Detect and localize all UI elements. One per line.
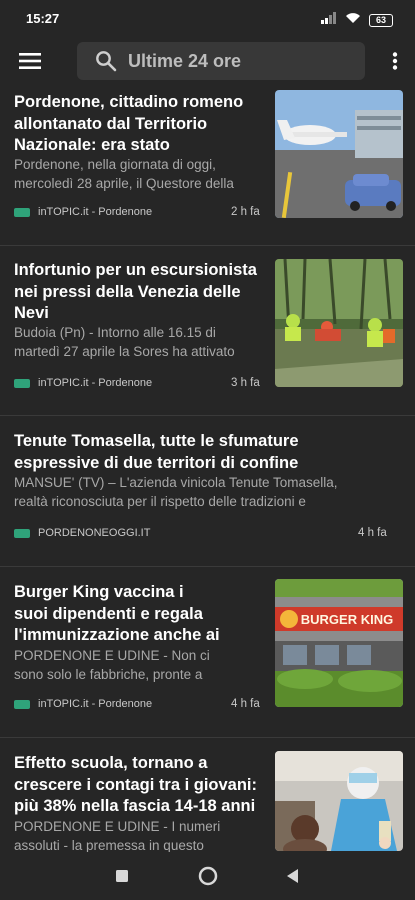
search-bar[interactable]: Ultime 24 ore: [77, 42, 365, 80]
menu-button[interactable]: [14, 48, 46, 74]
home-button[interactable]: [196, 864, 220, 888]
system-nav-bar: [0, 852, 415, 900]
source-tag-icon: [14, 207, 30, 217]
article-time: 3 h fa: [231, 377, 260, 389]
article-title: Burger King vaccina i suoi dipendenti e …: [14, 583, 220, 644]
battery-level: 63: [369, 13, 393, 27]
triangle-back-icon: [287, 869, 298, 883]
recents-button[interactable]: [110, 864, 134, 888]
article-thumbnail: BURGER KING: [275, 579, 403, 707]
hamburger-menu-icon: [19, 53, 41, 69]
thumbnail-sign-text: BURGER KING: [301, 612, 393, 627]
article-title: Effetto scuola, tornano a crescere i con…: [14, 754, 258, 815]
back-button[interactable]: [281, 864, 305, 888]
search-icon: [95, 50, 117, 72]
search-label: Ultime 24 ore: [128, 50, 242, 71]
source-tag-icon: [14, 528, 30, 538]
wifi-icon: [345, 11, 361, 29]
app-bar: Ultime 24 ore: [0, 36, 415, 86]
news-card[interactable]: Burger King vaccina i suoi dipendenti e …: [0, 567, 415, 738]
news-card[interactable]: Pordenone, cittadino romeno allontanato …: [0, 86, 415, 246]
article-source: inTOPIC.it - Pordenone: [14, 698, 152, 710]
article-snippet: Pordenone, nella giornata di oggi, merco…: [14, 157, 234, 191]
news-card[interactable]: Infortunio per un escursionista nei pres…: [0, 246, 415, 416]
article-snippet: MANSUE' (TV) – L'azienda vinicola Tenute…: [14, 475, 338, 509]
news-card[interactable]: Tenute Tomasella, tutte le sfumature esp…: [0, 416, 415, 567]
more-vertical-icon: [392, 52, 398, 70]
article-snippet: PORDENONE E UDINE - Non ci sono solo le …: [14, 648, 210, 682]
article-source: PORDENONEOGGI.IT: [14, 527, 150, 539]
article-time: 2 h fa: [231, 206, 260, 218]
status-icons: 63: [321, 11, 393, 29]
status-time: 15:27: [26, 11, 60, 26]
article-source: inTOPIC.it - Pordenone: [14, 206, 152, 218]
battery-icon: 63: [369, 13, 393, 27]
article-thumbnail: [275, 90, 403, 218]
article-snippet: Budoia (Pn) - Intorno alle 16.15 di mart…: [14, 325, 235, 359]
article-source: inTOPIC.it - Pordenone: [14, 377, 152, 389]
article-thumbnail: [275, 259, 403, 387]
news-feed: Pordenone, cittadino romeno allontanato …: [0, 86, 415, 858]
signal-icon: [321, 11, 337, 29]
article-snippet: PORDENONE E UDINE - I numeri assoluti - …: [14, 819, 221, 853]
article-title: Pordenone, cittadino romeno allontanato …: [14, 93, 244, 154]
more-options-button[interactable]: [387, 48, 403, 74]
article-thumbnail: [275, 751, 403, 851]
article-time: 4 h fa: [231, 698, 260, 710]
source-tag-icon: [14, 378, 30, 388]
source-tag-icon: [14, 699, 30, 709]
square-recents-icon: [116, 870, 128, 882]
article-title: Infortunio per un escursionista nei pres…: [14, 261, 257, 322]
circle-home-icon: [198, 866, 218, 886]
article-time: 4 h fa: [358, 527, 387, 539]
article-title: Tenute Tomasella, tutte le sfumature esp…: [14, 432, 299, 472]
status-bar: 15:27 63: [0, 0, 415, 36]
news-card[interactable]: Effetto scuola, tornano a crescere i con…: [0, 738, 415, 858]
